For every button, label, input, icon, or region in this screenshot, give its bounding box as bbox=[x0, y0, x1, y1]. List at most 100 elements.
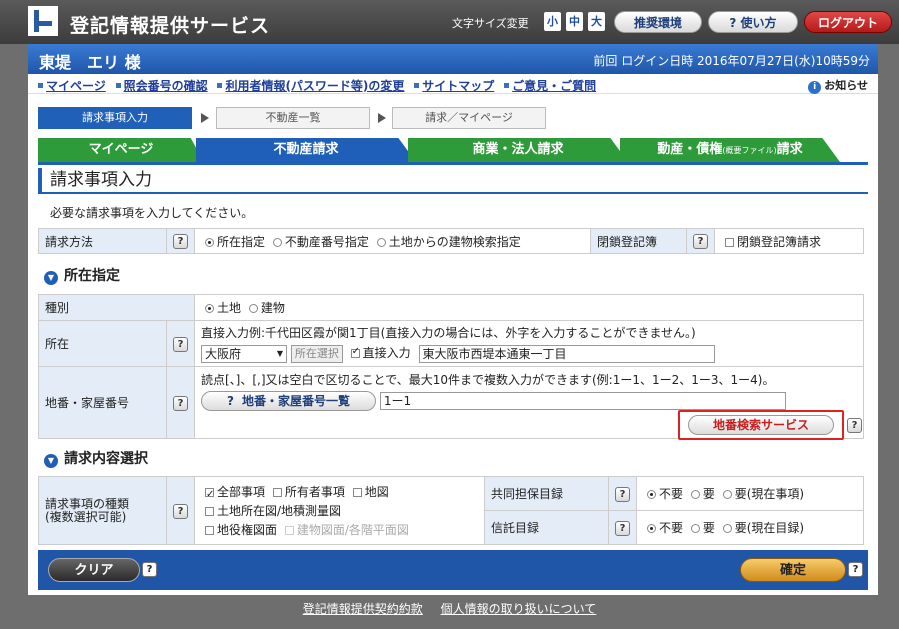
checkbox-owner-items[interactable] bbox=[272, 488, 282, 497]
lot-hint: 読点[、]、[,]又は空白で区切ることで、最大10件まで複数入力ができます(例:… bbox=[201, 373, 775, 387]
closed-register-checkbox[interactable] bbox=[725, 237, 734, 247]
info-icon: i bbox=[808, 81, 822, 94]
checkbox-all-items[interactable] bbox=[205, 485, 214, 504]
step-request: 請求／マイページ bbox=[392, 107, 546, 129]
trust-list-label: 信託目録 bbox=[484, 510, 609, 545]
step-arrow-icon bbox=[201, 113, 209, 123]
tab-mypage[interactable]: マイページ bbox=[38, 138, 204, 162]
trust-list-options: 不要 要 要(現在目録) bbox=[636, 510, 864, 545]
request-method-label: 請求方法 bbox=[38, 228, 167, 254]
radio-location[interactable] bbox=[205, 237, 214, 247]
help-icon[interactable]: ? bbox=[142, 562, 157, 577]
nav-link-mypage[interactable]: マイページ bbox=[46, 79, 106, 93]
help-icon[interactable]: ? bbox=[173, 234, 188, 249]
location-hint: 直接入力例:千代田区霞が関1丁目(直接入力の場合には、外字を入力することができま… bbox=[201, 326, 696, 341]
action-bar: クリア ? 確定 ? bbox=[38, 550, 868, 590]
lot-number-label: 地番・家屋番号 bbox=[38, 366, 167, 439]
service-title: 登記情報提供サービス bbox=[70, 15, 271, 37]
main-card: 東堤 エリ 様 前回 ログイン日時 2016年07月27日(水)10時59分 マ… bbox=[28, 44, 878, 595]
help-icon: ? bbox=[227, 394, 234, 408]
help-icon[interactable]: ? bbox=[847, 418, 862, 433]
help-icon[interactable]: ? bbox=[615, 520, 630, 536]
footer-link-privacy[interactable]: 個人情報の取り扱いについて bbox=[441, 602, 597, 616]
font-size-small-button[interactable]: 小 bbox=[544, 12, 561, 31]
location-select-button[interactable]: 所在選択 bbox=[290, 344, 343, 363]
radio-property-number[interactable] bbox=[272, 237, 282, 247]
step-input: 請求事項入力 bbox=[38, 107, 192, 129]
radio-land[interactable] bbox=[205, 304, 214, 313]
request-kind-options: 全部事項 所有者事項 地図 土地所在図/地積測量図 地役権図面 建物図面/各階平… bbox=[194, 476, 485, 545]
service-logo bbox=[28, 6, 58, 36]
category-tabs: マイページ 不動産請求 商業・法人請求 動産・債権(概要ファイル)請求 bbox=[38, 138, 868, 162]
location-label: 所在 bbox=[38, 320, 167, 367]
nav-links: マイページ 照会番号の確認 利用者情報(パスワード等)の変更 サイトマップ ご意… bbox=[38, 77, 602, 94]
direct-input-label: 直接入力 bbox=[362, 346, 411, 361]
lot-number-input[interactable]: 1ー1 bbox=[379, 392, 786, 410]
nav-link-sitemap[interactable]: サイトマップ bbox=[422, 79, 494, 93]
tab-realestate[interactable]: 不動産請求 bbox=[196, 138, 416, 162]
joint-collateral-label: 共同担保目録 bbox=[484, 476, 609, 511]
radio-trust-required[interactable] bbox=[690, 524, 700, 533]
help-icon[interactable]: ? bbox=[173, 395, 188, 411]
type-label: 種別 bbox=[38, 294, 195, 321]
radio-joint-required[interactable] bbox=[690, 490, 700, 499]
help-icon[interactable]: ? bbox=[693, 234, 708, 249]
font-size-label: 文字サイズ変更 bbox=[452, 17, 529, 30]
user-bar: 東堤 エリ 様 前回 ログイン日時 2016年07月27日(水)10時59分 bbox=[28, 44, 878, 74]
radio-trust-current[interactable] bbox=[722, 524, 732, 533]
clear-button[interactable]: クリア bbox=[48, 558, 140, 582]
checkbox-map[interactable] bbox=[352, 488, 362, 497]
last-login: 前回 ログイン日時 2016年07月27日(水)10時59分 bbox=[593, 54, 870, 68]
checkbox-building-map bbox=[284, 526, 294, 535]
nav-link-reference-number[interactable]: 照会番号の確認 bbox=[124, 79, 208, 93]
location-section-title: ▼ 所在指定 bbox=[44, 265, 120, 285]
logout-button[interactable]: ログアウト bbox=[804, 11, 892, 33]
lot-search-service-button[interactable]: 地番検索サービス bbox=[688, 415, 834, 435]
request-method-options: 所在指定 不動産番号指定 土地からの建物検索指定 bbox=[194, 228, 591, 254]
recommended-env-button[interactable]: 推奨環境 bbox=[614, 11, 702, 33]
tab-movable[interactable]: 動産・債権(概要ファイル)請求 bbox=[620, 138, 840, 162]
instruction-text: 必要な請求事項を入力してください。 bbox=[50, 206, 254, 220]
location-inputs: 直接入力例:千代田区霞が関1丁目(直接入力の場合には、外字を入力することができま… bbox=[194, 320, 864, 367]
checkbox-easement-map[interactable] bbox=[205, 526, 214, 535]
footer-link-terms[interactable]: 登記情報提供契約約款 bbox=[303, 602, 423, 616]
lot-search-highlight: 地番検索サービス bbox=[678, 410, 844, 440]
request-kind-label: 請求事項の種類 (複数選択可能) bbox=[38, 476, 167, 545]
direct-input-checkbox[interactable] bbox=[350, 346, 360, 359]
lot-list-button[interactable]: ? 地番・家屋番号一覧 bbox=[201, 391, 376, 411]
step-list: 不動産一覧 bbox=[216, 107, 370, 129]
tab-underline bbox=[38, 162, 868, 165]
checkbox-land-survey[interactable] bbox=[205, 507, 214, 516]
user-name: 東堤 エリ 様 bbox=[39, 53, 141, 72]
notice-link[interactable]: i お知らせ bbox=[808, 77, 868, 94]
help-icon[interactable]: ? bbox=[173, 503, 188, 519]
page-title: 請求事項入力 bbox=[38, 168, 868, 194]
chevron-down-icon: ▼ bbox=[44, 271, 58, 285]
chevron-down-icon: ▼ bbox=[44, 454, 58, 468]
direct-input-field[interactable]: 東大阪市西堤本通東一丁目 bbox=[418, 344, 715, 363]
footer: 登記情報提供契約約款 個人情報の取り扱いについて bbox=[0, 600, 899, 617]
font-size-medium-button[interactable]: 中 bbox=[566, 12, 583, 31]
tab-corporate[interactable]: 商業・法人請求 bbox=[408, 138, 628, 162]
help-icon[interactable]: ? bbox=[848, 562, 863, 577]
nav-link-user-info[interactable]: 利用者情報(パスワード等)の変更 bbox=[225, 79, 404, 93]
type-options: 土地 建物 bbox=[194, 294, 864, 321]
radio-building[interactable] bbox=[248, 304, 258, 313]
nav-link-feedback[interactable]: ご意見・ご質問 bbox=[512, 79, 596, 93]
top-bar: 登記情報提供サービス 文字サイズ変更 小 中 大 推奨環境 ? 使い方 ログアウ… bbox=[0, 0, 899, 44]
font-size-large-button[interactable]: 大 bbox=[588, 12, 605, 31]
joint-collateral-options: 不要 要 要(現在事項) bbox=[636, 476, 864, 511]
help-icon[interactable]: ? bbox=[615, 486, 630, 502]
step-arrow-icon bbox=[378, 113, 386, 123]
nav-row: マイページ 照会番号の確認 利用者情報(パスワード等)の変更 サイトマップ ご意… bbox=[28, 74, 878, 94]
help-icon[interactable]: ? bbox=[173, 336, 188, 352]
radio-building-search[interactable] bbox=[376, 237, 386, 247]
confirm-button[interactable]: 確定 bbox=[740, 558, 846, 582]
usage-help-button[interactable]: ? 使い方 bbox=[708, 11, 798, 33]
dropdown-arrow-icon: ▼ bbox=[276, 348, 283, 358]
prefecture-select[interactable]: 大阪府 ▼ bbox=[201, 344, 287, 363]
content-table: 請求事項の種類(複数選択可能) ? 全部事項 所有者事項 地図 土地所在図/地積… bbox=[38, 476, 864, 545]
radio-joint-not-required[interactable] bbox=[647, 490, 656, 499]
radio-trust-not-required[interactable] bbox=[647, 524, 656, 533]
radio-joint-current[interactable] bbox=[722, 490, 732, 499]
